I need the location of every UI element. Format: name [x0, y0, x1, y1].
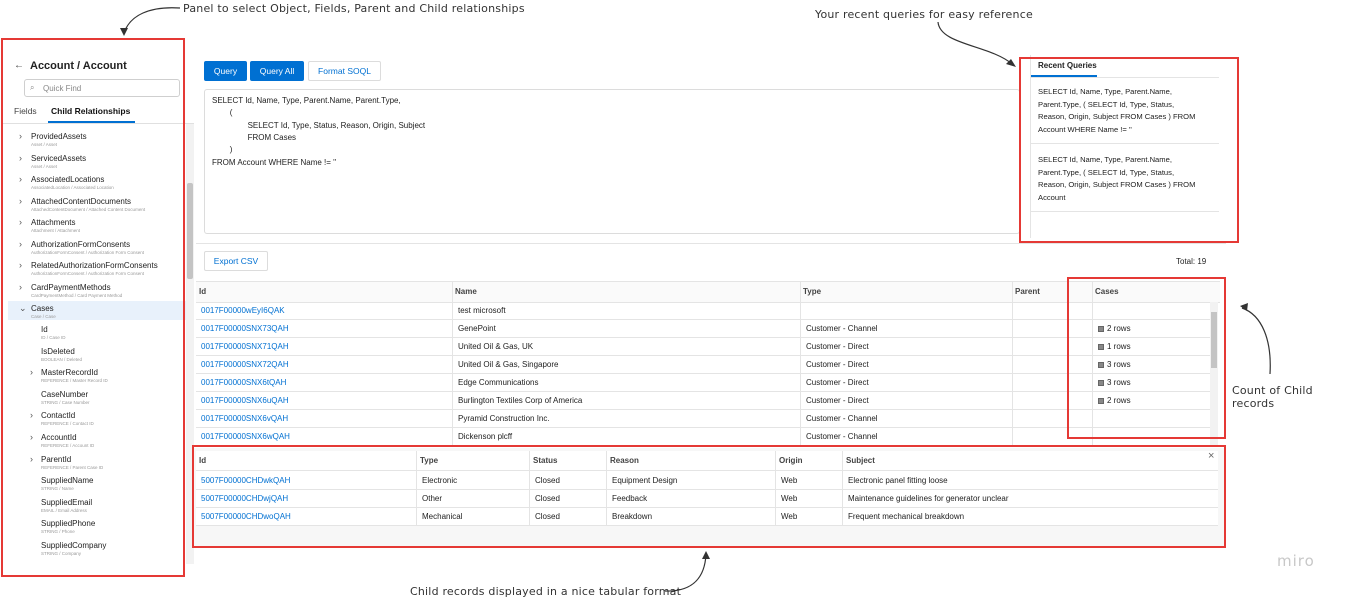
- recent-highlight-box: [1019, 57, 1239, 243]
- record-name: United Oil & Gas, UK: [458, 342, 534, 351]
- record-name: Burlington Textiles Corp of America: [458, 396, 583, 405]
- child-highlight-box: [192, 445, 1226, 548]
- record-name: United Oil & Gas, Singapore: [458, 360, 559, 369]
- record-type: Customer - Direct: [806, 342, 869, 351]
- results-column-header[interactable]: Parent: [1015, 287, 1040, 296]
- soql-line: SELECT Id, Type, Status, Reason, Origin,…: [212, 120, 426, 130]
- panel-scrollbar-thumb[interactable]: [187, 183, 193, 279]
- record-id-link[interactable]: 0017F00000SNX6uQAH: [201, 396, 289, 405]
- arrow-to-panel: [123, 7, 181, 34]
- record-name: Edge Communications: [458, 378, 539, 387]
- column-divider: [1012, 282, 1013, 445]
- row-divider: [196, 373, 1210, 374]
- cases-highlight-box: [1067, 277, 1226, 439]
- format-soql-button[interactable]: Format SOQL: [308, 61, 381, 81]
- panel-highlight-box: [1, 38, 185, 577]
- column-divider: [800, 282, 801, 445]
- row-divider: [196, 337, 1210, 338]
- soql-line: (: [212, 108, 233, 118]
- record-type: Customer - Direct: [806, 396, 869, 405]
- record-name: Pyramid Construction Inc.: [458, 414, 550, 423]
- results-column-header[interactable]: Name: [455, 287, 477, 296]
- record-type: Customer - Channel: [806, 414, 878, 423]
- query-all-button[interactable]: Query All: [250, 61, 304, 81]
- row-divider: [196, 319, 1210, 320]
- total-count: Total: 19: [1176, 257, 1207, 266]
- export-csv-button[interactable]: Export CSV: [204, 251, 268, 271]
- arrow-to-recent: [937, 21, 1013, 65]
- query-button[interactable]: Query: [204, 61, 247, 81]
- arrow-to-count: [1241, 307, 1271, 375]
- record-id-link[interactable]: 0017F00000SNX6tQAH: [201, 378, 286, 387]
- row-divider: [196, 355, 1210, 356]
- column-divider: [452, 282, 453, 445]
- record-id-link[interactable]: 0017F00000SNX71QAH: [201, 342, 289, 351]
- record-name: Dickenson plcff: [458, 432, 513, 441]
- record-type: Customer - Direct: [806, 360, 869, 369]
- soql-line: FROM Account WHERE Name != '': [212, 157, 337, 167]
- results-divider: [196, 243, 1226, 244]
- record-id-link[interactable]: 0017F00000SNX73QAH: [201, 324, 289, 333]
- record-type: Customer - Channel: [806, 432, 878, 441]
- row-divider: [196, 409, 1210, 410]
- soql-line: ): [212, 145, 233, 155]
- record-type: Customer - Direct: [806, 378, 869, 387]
- record-name: GenePoint: [458, 324, 496, 333]
- soql-line: SELECT Id, Name, Type, Parent.Name, Pare…: [212, 96, 401, 105]
- row-divider: [196, 391, 1210, 392]
- row-divider: [196, 427, 1210, 428]
- record-id-link[interactable]: 0017F00000wEyI6QAK: [201, 306, 285, 315]
- record-id-link[interactable]: 0017F00000SNX6vQAH: [201, 414, 288, 423]
- soql-line: FROM Cases: [212, 132, 297, 142]
- results-column-header[interactable]: Id: [199, 287, 206, 296]
- record-id-link[interactable]: 0017F00000SNX6wQAH: [201, 432, 290, 441]
- record-name: test microsoft: [458, 306, 506, 315]
- arrow-to-child: [664, 553, 707, 592]
- results-column-header[interactable]: Type: [803, 287, 821, 296]
- record-id-link[interactable]: 0017F00000SNX72QAH: [201, 360, 289, 369]
- record-type: Customer - Channel: [806, 324, 878, 333]
